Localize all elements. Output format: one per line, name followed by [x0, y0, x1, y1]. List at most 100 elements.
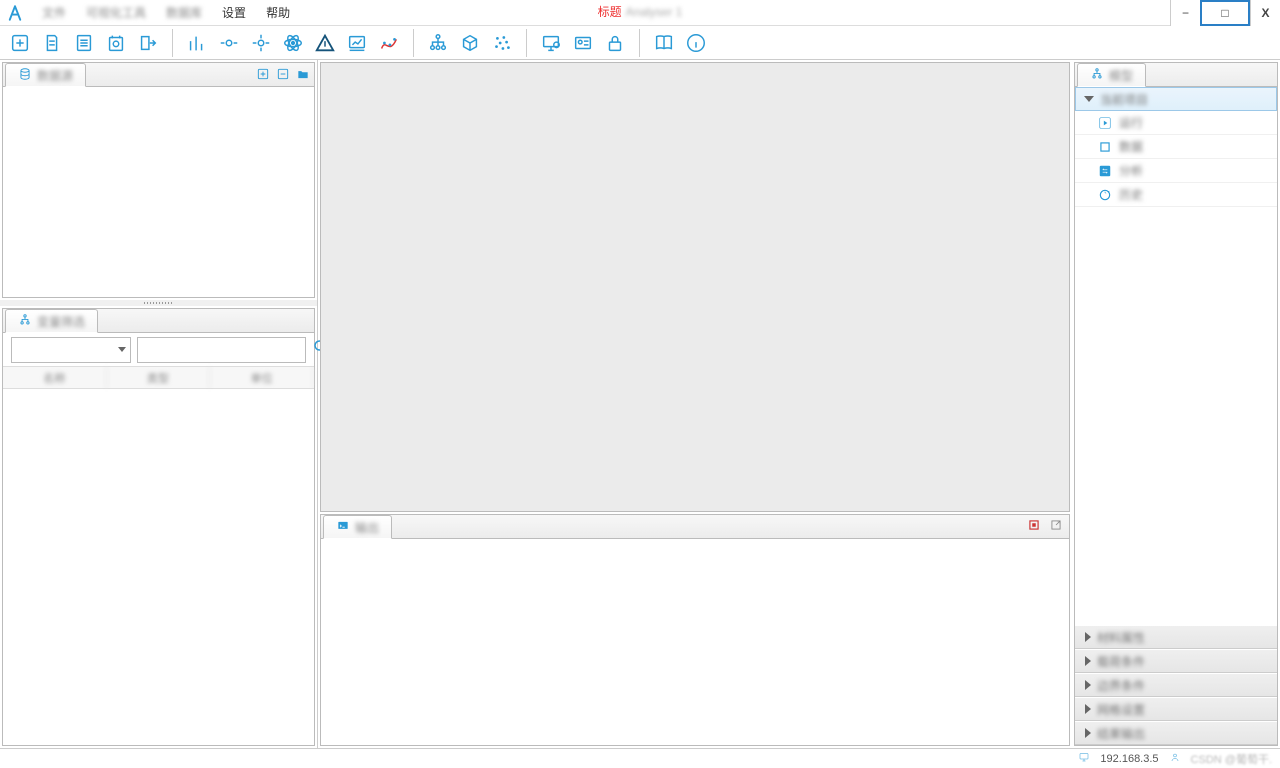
- chevron-right-icon[interactable]: [1085, 680, 1091, 690]
- variable-panel: 变量筛选 名称 类型 单位: [2, 308, 315, 746]
- tree-item-analysis[interactable]: 分析: [1075, 159, 1277, 183]
- statusbar: 192.168.3.5 CSDN @葡萄干.: [0, 748, 1280, 768]
- triangle-button[interactable]: [311, 29, 339, 57]
- datasource-tab-label: 数据源: [37, 67, 73, 84]
- center-column: 输出: [318, 60, 1072, 748]
- remove-icon[interactable]: [276, 67, 290, 84]
- monitor-button[interactable]: [537, 29, 565, 57]
- file-settings-button[interactable]: [102, 29, 130, 57]
- book-button[interactable]: [650, 29, 678, 57]
- tree-root[interactable]: 当前项目: [1075, 87, 1277, 111]
- watermark: CSDN @葡萄干.: [1191, 751, 1272, 767]
- tree-item-label: 历史: [1119, 186, 1143, 203]
- main-canvas[interactable]: [320, 62, 1070, 512]
- variable-tabstrip: 变量筛选: [3, 309, 314, 333]
- tree-children: 运行 数据 分析 历史: [1075, 111, 1277, 207]
- model-panel: 模型 当前项目 运行 数据: [1074, 62, 1278, 746]
- card-button[interactable]: [569, 29, 597, 57]
- grid-col-0[interactable]: 名称: [3, 367, 107, 388]
- left-column: 数据源 变量筛选: [0, 60, 318, 748]
- grid-header: 名称 类型 单位: [3, 367, 314, 389]
- variable-grid-body: [3, 389, 314, 745]
- minimize-button[interactable]: −: [1170, 0, 1200, 26]
- info-button[interactable]: [682, 29, 710, 57]
- model-tab-label: 模型: [1109, 67, 1133, 84]
- section-label: 网格设置: [1097, 701, 1145, 718]
- model-tree: 当前项目 运行 数据 分析: [1075, 87, 1277, 625]
- lock-button[interactable]: [601, 29, 629, 57]
- tree-icon: [18, 313, 32, 330]
- list-button[interactable]: [70, 29, 98, 57]
- console-tab-label: 输出: [355, 519, 379, 536]
- chevron-down-icon[interactable]: [1084, 96, 1094, 102]
- datasource-body: [3, 87, 314, 297]
- title-label: 标题: [598, 3, 622, 20]
- menu-help[interactable]: 帮助: [256, 4, 300, 21]
- section-row[interactable]: 结果输出: [1075, 721, 1277, 745]
- chevron-right-icon[interactable]: [1085, 728, 1091, 738]
- console-tabstrip: 输出: [321, 515, 1069, 539]
- tree-root-label: 当前项目: [1100, 91, 1148, 108]
- restore-button[interactable]: □: [1200, 0, 1250, 26]
- cube-button[interactable]: [456, 29, 484, 57]
- export-button[interactable]: [134, 29, 162, 57]
- console-tools: [1027, 518, 1063, 535]
- variable-tab[interactable]: 变量筛选: [5, 309, 98, 333]
- section-row[interactable]: 材料属性: [1075, 625, 1277, 649]
- stop-icon[interactable]: [1027, 518, 1041, 535]
- menu-file[interactable]: 文件: [32, 4, 76, 21]
- swap-icon: [1097, 163, 1113, 179]
- scatter-button[interactable]: [488, 29, 516, 57]
- chevron-right-icon[interactable]: [1085, 656, 1091, 666]
- window-controls: − □ X: [1170, 0, 1280, 26]
- tree-item-history[interactable]: 历史: [1075, 183, 1277, 207]
- square-icon: [1097, 139, 1113, 155]
- regression-button[interactable]: [343, 29, 371, 57]
- grid-col-2[interactable]: 单位: [210, 367, 314, 388]
- section-row[interactable]: 网格设置: [1075, 697, 1277, 721]
- body: 数据源 变量筛选: [0, 60, 1280, 748]
- console-tab[interactable]: 输出: [323, 515, 392, 539]
- app-logo-icon: [6, 4, 24, 22]
- datasource-tab[interactable]: 数据源: [5, 63, 86, 87]
- tree-item-run[interactable]: 运行: [1075, 111, 1277, 135]
- search-row: [3, 333, 314, 367]
- curve-button[interactable]: [375, 29, 403, 57]
- popup-icon[interactable]: [1049, 518, 1063, 535]
- target-button[interactable]: [247, 29, 275, 57]
- menubar: 文件 可视化工具 数据库 设置 帮助 标题 Analyser 1 − □ X: [0, 0, 1280, 26]
- console-panel: 输出: [320, 514, 1070, 746]
- menu-tools[interactable]: 可视化工具: [76, 4, 156, 21]
- folder-icon[interactable]: [296, 67, 310, 84]
- search-input[interactable]: [137, 337, 306, 363]
- monitor-small-icon: [1078, 751, 1090, 766]
- datasource-panel: 数据源: [2, 62, 315, 298]
- datasource-tab-tools: [256, 63, 310, 87]
- terminal-icon: [336, 519, 350, 536]
- open-button[interactable]: [38, 29, 66, 57]
- new-button[interactable]: [6, 29, 34, 57]
- close-button[interactable]: X: [1250, 0, 1280, 26]
- status-ip: 192.168.3.5: [1100, 753, 1158, 765]
- chevron-right-icon[interactable]: [1085, 632, 1091, 642]
- add-icon[interactable]: [256, 67, 270, 84]
- menu-settings[interactable]: 设置: [212, 4, 256, 21]
- tree-icon-button[interactable]: [424, 29, 452, 57]
- tree-item-data[interactable]: 数据: [1075, 135, 1277, 159]
- model-tab[interactable]: 模型: [1077, 63, 1146, 87]
- atom-button[interactable]: [279, 29, 307, 57]
- section-label: 载荷条件: [1097, 653, 1145, 670]
- user-small-icon: [1169, 751, 1181, 766]
- model-tabstrip: 模型: [1075, 63, 1277, 87]
- bar-chart-button[interactable]: [183, 29, 211, 57]
- menu-database[interactable]: 数据库: [156, 4, 212, 21]
- center-button[interactable]: [215, 29, 243, 57]
- left-splitter-1[interactable]: [0, 300, 317, 306]
- section-label: 边界条件: [1097, 677, 1145, 694]
- section-list: 材料属性 载荷条件 边界条件 网格设置 结果输出: [1075, 625, 1277, 745]
- chevron-right-icon[interactable]: [1085, 704, 1091, 714]
- grid-col-1[interactable]: 类型: [107, 367, 211, 388]
- filter-combo[interactable]: [11, 337, 131, 363]
- section-row[interactable]: 边界条件: [1075, 673, 1277, 697]
- section-row[interactable]: 载荷条件: [1075, 649, 1277, 673]
